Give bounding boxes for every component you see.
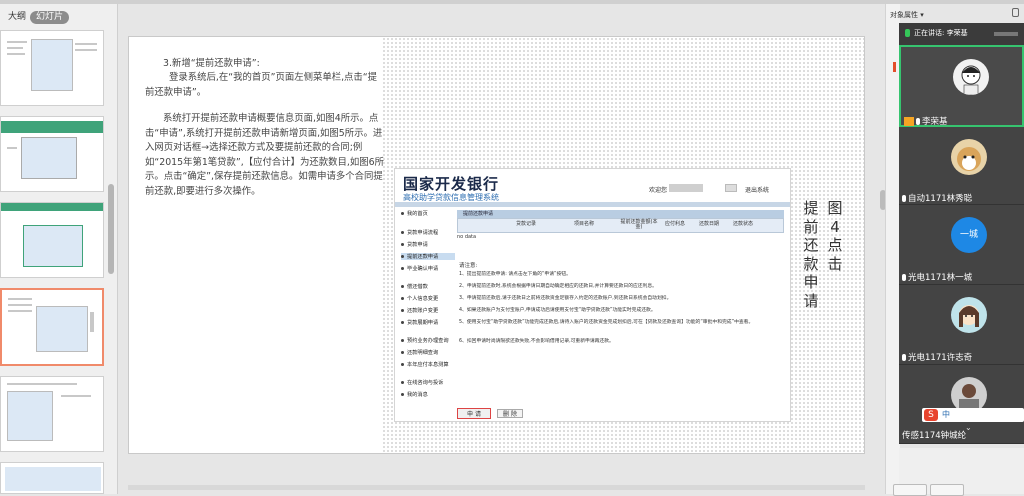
caption-column-2: 提前还款申请 xyxy=(803,199,819,310)
mic-icon xyxy=(905,29,910,37)
slide-heading-text[interactable]: 3.新增“提前还款申请”: xyxy=(145,57,385,72)
participant-name: 李荣基 xyxy=(904,115,948,127)
nav-item: 贷款展期申请 xyxy=(401,319,438,326)
video-call-panel: 正在讲话: 李荣基 李荣基 自动1171林秀聪 一城 光电1171林一城 光电1… xyxy=(899,23,1024,444)
slide-thumbnail[interactable] xyxy=(0,462,104,494)
nav-item-active: 提前还款申请 xyxy=(401,253,455,260)
column-header: 应付利息 xyxy=(664,221,685,227)
apply-button: 申 请 xyxy=(457,408,491,419)
nav-item: 还款明细查询 xyxy=(401,349,438,356)
participant-tile[interactable]: 一城 光电1171林一城 xyxy=(899,205,1024,285)
bottom-button[interactable] xyxy=(930,484,964,496)
participant-name: 传感1174钟城纶 xyxy=(902,431,967,441)
nav-item: 我的首页 xyxy=(401,210,428,217)
hint-item: 5、使用支付宝“助学贷款还款”功能完成还款后,请待入账户的还款资金完成划扣后,可… xyxy=(459,320,754,325)
avatar xyxy=(953,59,989,95)
mic-icon xyxy=(902,274,906,281)
nav-item: 预约业务办理查询 xyxy=(401,337,449,344)
slide-thumbnail-panel: 大纲 幻灯片 xyxy=(0,4,118,494)
ime-toolbar[interactable]: S 中 xyxy=(922,408,1024,422)
welcome-label: 欢迎您 xyxy=(649,187,668,194)
mic-icon xyxy=(916,118,920,125)
logout-icon xyxy=(725,184,737,192)
participant-name: 自动1171林秀聪 xyxy=(902,192,972,204)
embedded-screenshot[interactable]: 国家开发银行 高校助学贷款信息管理系统 欢迎您 退出系统 我的首页 贷款申请流程… xyxy=(394,168,791,422)
bottom-button[interactable] xyxy=(893,484,927,496)
audio-wave-icon xyxy=(994,32,1018,36)
hint-item: 1、提出提前还款申请: 请点击左下角的“申请”按钮。 xyxy=(459,272,571,277)
tab-slides[interactable]: 幻灯片 xyxy=(30,11,70,24)
hint-title: 请注意: xyxy=(459,263,478,269)
participant-tile[interactable]: 传感1174钟城纶 xyxy=(899,365,1024,444)
participant-tile-active[interactable]: 李荣基 xyxy=(899,45,1024,127)
header-bar xyxy=(395,202,790,207)
column-header: 还款状态 xyxy=(732,221,753,227)
horizontal-scrollbar[interactable] xyxy=(128,485,865,490)
slide-thumbnail[interactable] xyxy=(0,30,104,106)
host-icon xyxy=(904,117,914,126)
slide-body-text-2[interactable]: 系统打开提前还款申请概要信息页面,如图4所示。点击“申请”,系统打开提前还款申请… xyxy=(145,112,385,199)
slide-thumbnail-selected[interactable] xyxy=(0,288,104,366)
hint-item: 6、扣回申请时尚请限欲还款失败,不会影响借用记录,可重新申请再还款。 xyxy=(459,339,614,344)
object-properties-strip xyxy=(885,4,900,494)
hint-item: 3、申请提前还款后,请于还款日之前将还款资金足额存入约定的还款账户,到还款日系统… xyxy=(459,296,672,301)
speaking-indicator: 正在讲话: 李荣基 xyxy=(914,29,968,37)
table-header: 贷款记录 项目名称 提前还款金额(本金) 应付利息 还款日期 还款状态 xyxy=(457,218,784,233)
nav-item: 贷款申请流程 xyxy=(401,229,438,236)
cartoon-avatar-icon xyxy=(961,65,981,95)
slide-thumbnail[interactable] xyxy=(0,202,104,278)
nav-item: 我的消息 xyxy=(401,391,428,398)
nav-item: 毕业确认申请 xyxy=(401,265,438,272)
mic-icon xyxy=(902,195,906,202)
participant-tile[interactable]: 光电1171许志奇 xyxy=(899,285,1024,365)
nav-item: 还款账户变更 xyxy=(401,307,438,314)
participant-tile[interactable]: 自动1171林秀聪 xyxy=(899,127,1024,205)
slide-edit-area: 3.新增“提前还款申请”: 登录系统后,在“我的首页”页面左侧菜单栏,点击“提前… xyxy=(118,4,886,494)
mic-icon xyxy=(902,354,906,361)
bank-name: 国家开发银行 xyxy=(403,175,500,193)
lock-icon[interactable] xyxy=(1012,8,1019,17)
participant-name: 光电1171林一城 xyxy=(902,271,972,283)
column-header: 提前还款金额(本金) xyxy=(620,219,658,230)
tab-outline[interactable]: 大纲 xyxy=(2,11,32,24)
avatar-initials: 一城 xyxy=(951,217,987,253)
caption-column-1: 图4点击 xyxy=(827,199,843,273)
speaking-bar: 正在讲话: 李荣基 xyxy=(899,23,1024,45)
nav-item: 偿还借款 xyxy=(401,283,428,290)
figure-caption[interactable]: 图4点击 提前还款申请 xyxy=(801,199,845,339)
nav-item: 贷款申请 xyxy=(401,241,428,248)
slide-thumbnail[interactable] xyxy=(0,116,104,192)
girl-avatar-icon xyxy=(959,305,979,327)
slide-canvas[interactable]: 3.新增“提前还款申请”: 登录系统后,在“我的首页”页面左侧菜单栏,点击“提前… xyxy=(128,36,865,454)
table-title-bar: 提前还款申请 xyxy=(457,210,784,218)
object-properties-label[interactable]: 对象属性 ▾ xyxy=(890,10,924,20)
column-header: 项目名称 xyxy=(573,221,594,227)
delete-button: 删 除 xyxy=(497,409,523,418)
nav-item: 本年应付本息测算 xyxy=(401,361,449,368)
thumbnail-scrollbar[interactable] xyxy=(108,184,114,274)
nav-item: 在线咨询与投诉 xyxy=(401,379,443,386)
sogou-logo-icon: S xyxy=(924,409,938,421)
slide-body-text-1[interactable]: 登录系统后,在“我的首页”页面左侧菜单栏,点击“提前还款申请”。 xyxy=(145,71,385,100)
hint-item: 4、如果还款账户为支付宝账户,申请成功后请使用支付宝“助学贷款还款”功能实时完成… xyxy=(459,308,656,313)
ime-mode[interactable]: 中 xyxy=(942,409,950,420)
slide-thumbnail[interactable] xyxy=(0,376,104,452)
panel-tab-bar: 大纲 幻灯片 xyxy=(0,4,117,28)
column-header: 还款日期 xyxy=(698,221,719,227)
accent-marker xyxy=(893,62,896,72)
cat-avatar-icon xyxy=(957,147,981,171)
logout-link: 退出系统 xyxy=(745,187,770,194)
chevron-down-icon[interactable]: ⌄ xyxy=(965,423,972,432)
username-redacted xyxy=(669,184,703,192)
hint-item: 2、申请提前还款时,系统会根据申请日期自动确定相应的还款日,并计算要还款日的应还… xyxy=(459,284,657,289)
participant-name: 光电1171许志奇 xyxy=(902,351,972,363)
table-empty-text: no data xyxy=(457,234,477,240)
nav-item: 个人信息变更 xyxy=(401,295,438,302)
column-header: 贷款记录 xyxy=(515,221,536,227)
avatar xyxy=(951,139,987,175)
avatar xyxy=(951,297,987,333)
